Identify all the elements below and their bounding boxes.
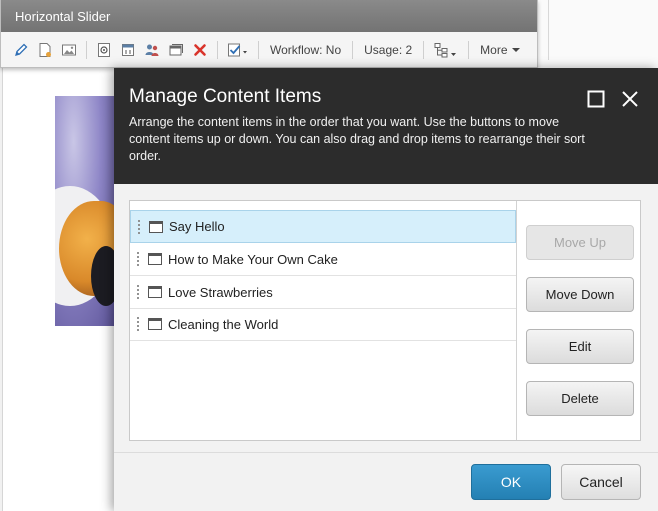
edit-icon[interactable] xyxy=(9,38,33,62)
users-icon[interactable] xyxy=(140,38,164,62)
chevron-down-icon xyxy=(511,48,520,52)
dialog-header: Manage Content Items Arrange the content… xyxy=(114,68,658,184)
workflow-status: Workflow: No xyxy=(270,43,342,57)
settings-icon[interactable] xyxy=(92,38,116,62)
usage-count[interactable]: Usage: 2 xyxy=(358,43,418,57)
list-item[interactable]: Love Strawberries xyxy=(130,276,516,309)
dialog-description: Arrange the content items in the order t… xyxy=(129,115,585,163)
slider-image xyxy=(55,96,117,326)
content-items-panel: Say Hello How to Make Your Own Cake Love… xyxy=(129,200,641,441)
window-icon[interactable] xyxy=(164,38,188,62)
close-icon[interactable] xyxy=(620,89,640,109)
new-page-icon[interactable] xyxy=(33,38,57,62)
more-label: More xyxy=(480,43,508,57)
toolbar-separator xyxy=(423,41,425,59)
dialog-title: Manage Content Items xyxy=(129,86,322,107)
publish-icon[interactable] xyxy=(116,38,140,62)
drag-handle-icon[interactable] xyxy=(136,316,140,332)
maximize-icon[interactable] xyxy=(586,89,606,109)
drag-handle-icon[interactable] xyxy=(137,218,141,235)
item-label: How to Make Your Own Cake xyxy=(168,251,338,267)
content-item-icon xyxy=(148,286,162,298)
cancel-button[interactable]: Cancel xyxy=(561,464,641,500)
list-item[interactable]: Cleaning the World xyxy=(130,308,516,341)
content-items-list[interactable]: Say Hello How to Make Your Own Cake Love… xyxy=(130,201,517,440)
manage-content-items-dialog: Manage Content Items Arrange the content… xyxy=(114,68,658,511)
dialog-footer: OK Cancel xyxy=(114,452,658,511)
list-item[interactable]: Say Hello xyxy=(130,210,516,243)
delete-icon[interactable] xyxy=(188,38,212,62)
list-item[interactable]: How to Make Your Own Cake xyxy=(130,243,516,276)
item-label: Love Strawberries xyxy=(168,284,273,300)
toolbar-separator xyxy=(258,41,259,59)
drag-handle-icon[interactable] xyxy=(136,251,140,267)
delete-button[interactable]: Delete xyxy=(526,381,634,416)
toolbar-separator xyxy=(217,41,218,59)
toolbar-separator xyxy=(468,41,470,59)
drag-handle-icon[interactable] xyxy=(136,284,140,300)
ok-button[interactable]: OK xyxy=(471,464,551,500)
hierarchy-icon[interactable] xyxy=(429,38,463,62)
check-icon[interactable] xyxy=(223,38,253,62)
image-icon[interactable] xyxy=(57,38,81,62)
item-label: Cleaning the World xyxy=(168,316,279,332)
toolbar-separator xyxy=(86,41,87,59)
content-item-icon xyxy=(149,220,163,233)
more-menu-button[interactable]: More xyxy=(474,43,525,57)
move-down-button[interactable]: Move Down xyxy=(526,277,634,312)
component-ribbon: Horizontal Slider Workflow: No Usage: 2 … xyxy=(0,0,538,68)
item-label: Say Hello xyxy=(169,219,225,234)
toolbar-separator xyxy=(352,41,354,59)
move-up-button[interactable]: Move Up xyxy=(526,225,634,260)
edit-button[interactable]: Edit xyxy=(526,329,634,364)
ribbon-toolbar: Workflow: No Usage: 2 More xyxy=(1,32,537,68)
content-item-icon xyxy=(148,318,162,330)
ribbon-title: Horizontal Slider xyxy=(1,0,537,32)
content-item-icon xyxy=(148,253,162,265)
background-panel xyxy=(537,0,658,68)
